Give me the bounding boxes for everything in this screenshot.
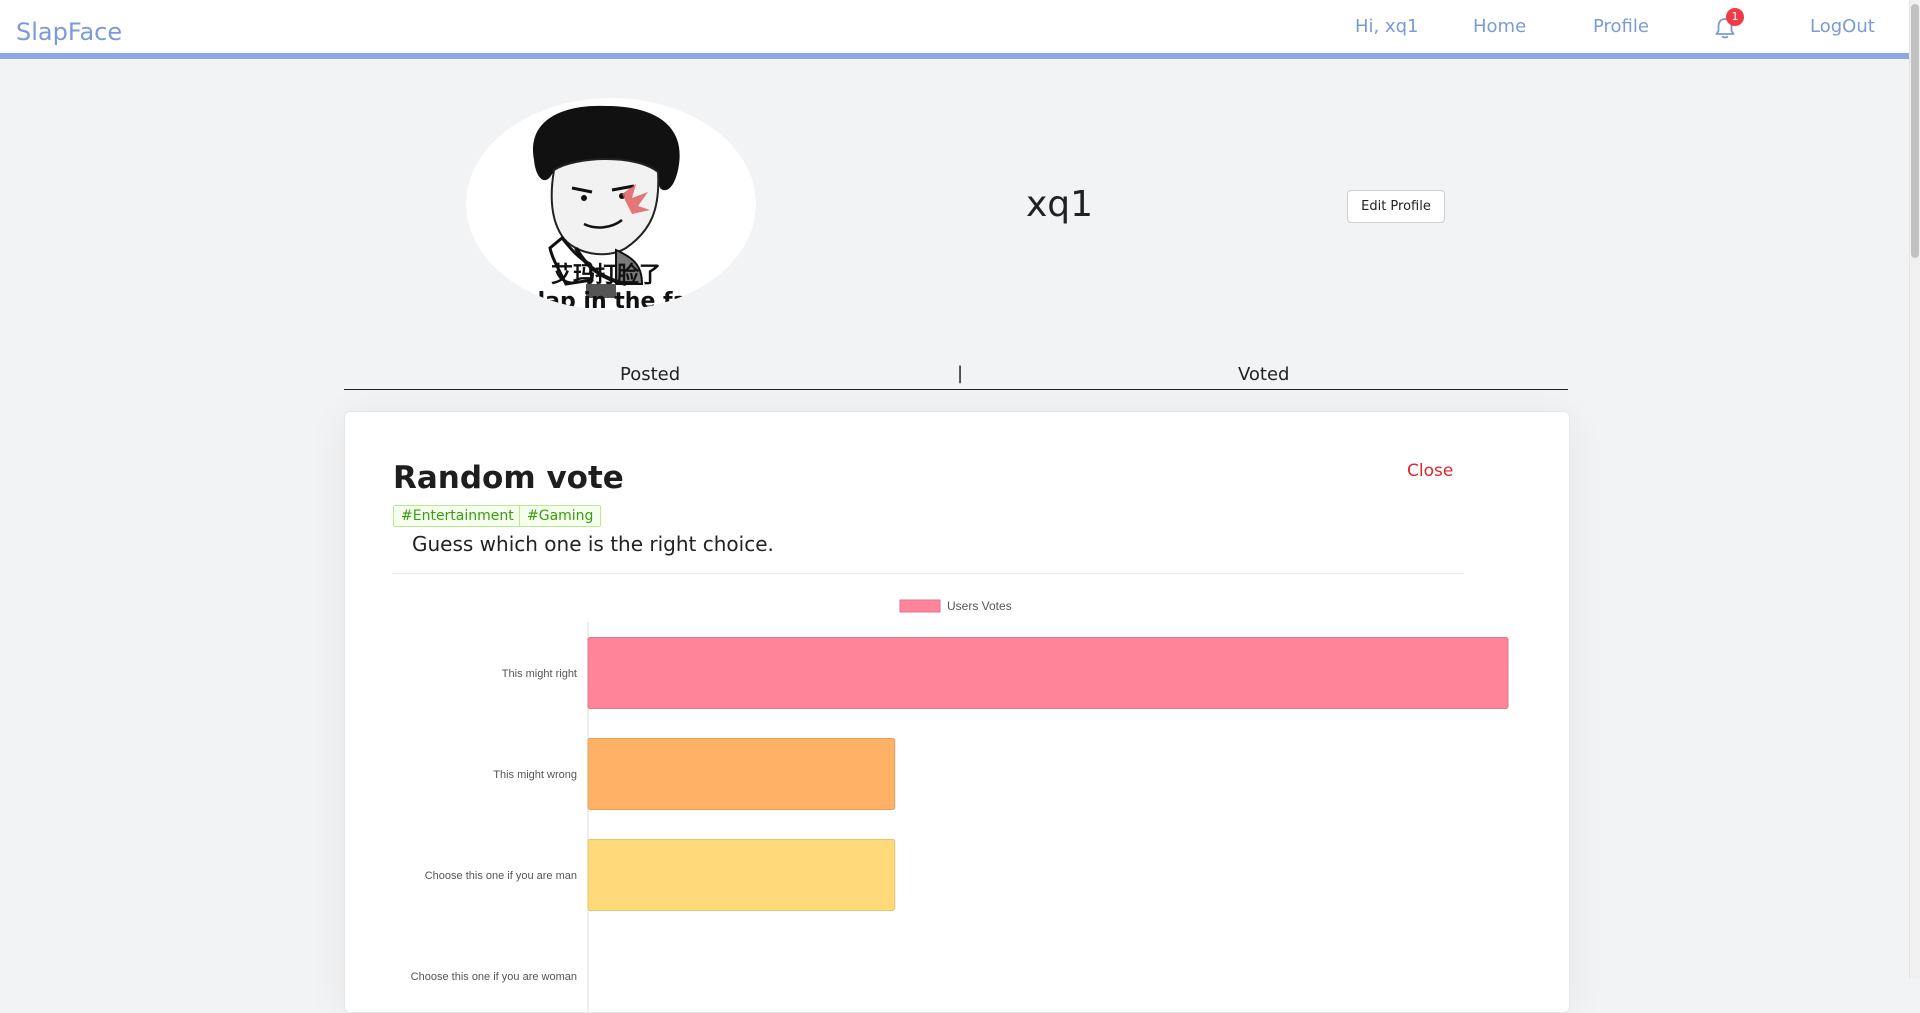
nav-profile[interactable]: Profile xyxy=(1593,16,1649,37)
profile-tabs: Posted | Voted xyxy=(344,360,1568,390)
category-label-1: This might right xyxy=(502,668,577,680)
tab-voted[interactable]: Voted xyxy=(1238,364,1290,385)
category-label-4: Choose this one if you are woman xyxy=(411,971,577,983)
legend-label: Users Votes xyxy=(947,599,1012,613)
top-navbar: SlapFace Hi, xq1 Home Profile 1 LogOut xyxy=(0,0,1910,59)
nav-home[interactable]: Home xyxy=(1473,16,1526,37)
legend-swatch xyxy=(899,599,941,613)
profile-username: xq1 xyxy=(1026,184,1094,225)
avatar-caption-zh: 艾玛打脸了 xyxy=(551,262,661,288)
bar-1 xyxy=(587,637,1509,709)
tab-posted[interactable]: Posted xyxy=(620,364,680,385)
nav-logout[interactable]: LogOut xyxy=(1810,16,1875,37)
avatar-caption-en: slap in the fa xyxy=(525,289,688,310)
greeting-link[interactable]: Hi, xq1 xyxy=(1355,16,1419,37)
avatar: 艾玛打脸了 slap in the fa xyxy=(466,98,756,310)
bar-3 xyxy=(587,839,896,911)
category-label-3: Choose this one if you are man xyxy=(425,870,577,882)
avatar-meme-image: 艾玛打脸了 slap in the fa xyxy=(525,105,688,310)
notification-badge: 1 xyxy=(1726,8,1744,26)
vote-card: Random vote Close #Entertainment #Gaming… xyxy=(344,411,1570,1013)
page-scrollbar[interactable] xyxy=(1909,0,1920,979)
edit-profile-button[interactable]: Edit Profile xyxy=(1347,190,1445,223)
category-label-2: This might wrong xyxy=(493,769,577,781)
scrollbar-thumb[interactable] xyxy=(1911,4,1919,258)
tab-separator: | xyxy=(957,363,964,384)
vote-bar-chart: Users Votes This might right This might wr… xyxy=(411,599,1509,1012)
bar-2 xyxy=(587,738,896,810)
brand-logo[interactable]: SlapFace xyxy=(16,18,122,46)
